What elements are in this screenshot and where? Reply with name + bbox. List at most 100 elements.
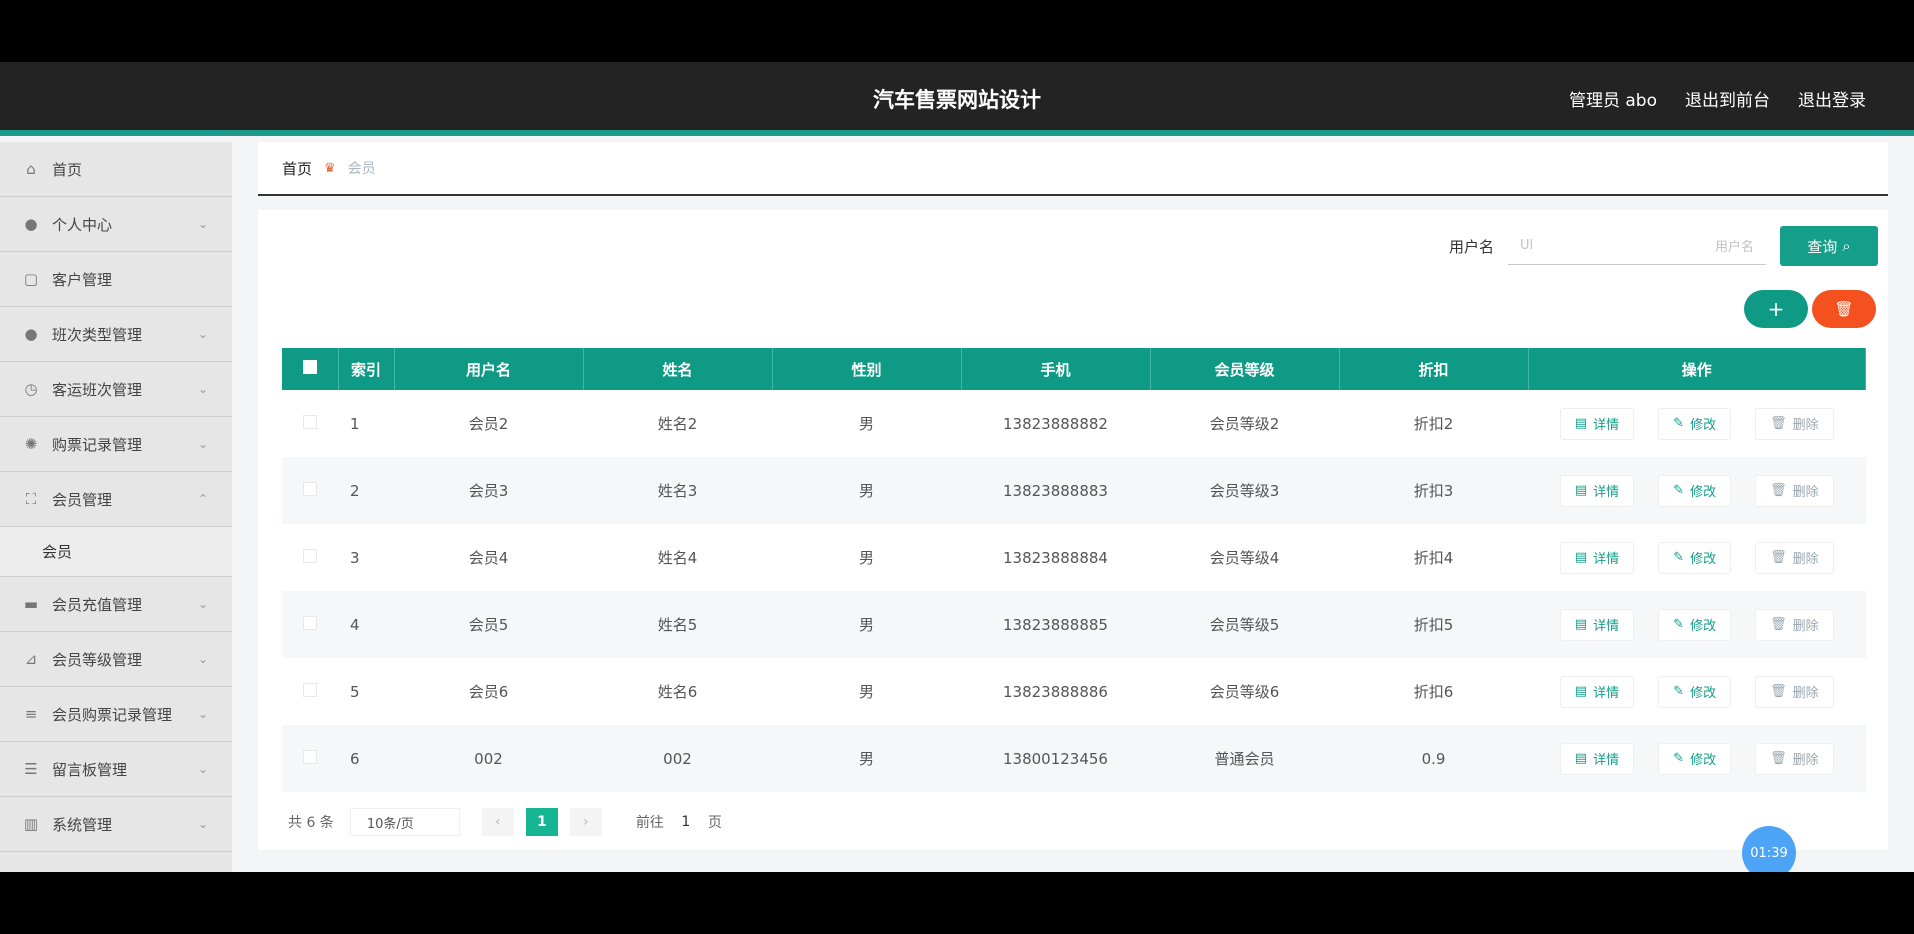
sidebar-item-home[interactable]: ⌂ 首页: [0, 142, 232, 197]
cell-username: 会员3: [394, 457, 583, 524]
cell-phone: 13823888885: [961, 591, 1150, 658]
sidebar-item-shift-types[interactable]: ● 班次类型管理 ⌄: [0, 307, 232, 362]
member-table: 索引 用户名 姓名 性别 手机 会员等级 折扣 操作 1 会员2 姓名2 男 13823…: [282, 348, 1866, 792]
pagination: 共 6 条 10条/页 ‹ 1 › 前往 1 页: [288, 808, 722, 836]
cell-name: 姓名5: [583, 591, 772, 658]
edit-button[interactable]: ✎ 修改: [1658, 541, 1732, 574]
cell-name: 姓名2: [657, 415, 698, 433]
delete-button[interactable]: 🗑 删除: [1755, 608, 1834, 641]
header-actions: 操作: [1528, 348, 1866, 390]
cell-index: 2: [338, 457, 394, 524]
detail-button[interactable]: ▤ 详情: [1559, 541, 1635, 574]
breadcrumb-current: 会员: [347, 161, 376, 177]
sidebar-subitem-member[interactable]: 会员: [0, 527, 232, 577]
row-select-cell[interactable]: [282, 390, 338, 457]
sidebar-item-system[interactable]: ▥ 系统管理 ⌄: [0, 797, 232, 852]
card-icon: ▬: [23, 595, 39, 613]
top-bar: 汽车售票网站设计 管理员 abo 退出到前台 退出登录: [0, 62, 1914, 136]
select-all-cell[interactable]: [282, 348, 339, 390]
query-button[interactable]: 查询 ⌕: [1780, 226, 1878, 266]
page-size-select[interactable]: 10条/页: [349, 808, 460, 836]
cell-level: 会员等级4: [1209, 549, 1280, 567]
cell-index: 4: [338, 591, 394, 658]
cell-actions: ▤ 详情 ✎ 修改 🗑 删除: [1528, 524, 1866, 591]
cell-name: 姓名3: [583, 457, 772, 524]
pencil-icon: ✎: [1673, 617, 1685, 632]
sidebar-item-message-board[interactable]: ☰ 留言板管理 ⌄: [0, 742, 232, 797]
table-row: 6 002 002 男 13800123456 普通会员 0.9 ▤ 详情 ✎ 修改 🗑 删除: [282, 725, 1866, 792]
row-select-cell[interactable]: [282, 725, 338, 792]
chart-icon: ⊿: [24, 650, 38, 668]
user-icon: ●: [24, 215, 38, 233]
table-row: 2 会员3 姓名3 男 13823888883 会员等级3 折扣3 ▤ 详情 ✎ 修改 🗑 删除: [282, 457, 1866, 524]
cell-discount: 折扣4: [1413, 549, 1454, 567]
delete-button[interactable]: 🗑 删除: [1755, 474, 1834, 507]
clock-icon: ◷: [24, 380, 38, 398]
chevron-down-icon: ⌄: [197, 762, 208, 776]
edit-button[interactable]: ✎ 修改: [1658, 474, 1732, 507]
cell-gender: 男: [858, 415, 874, 433]
goto-label: 前往: [635, 815, 664, 831]
sidebar-item-profile[interactable]: ● 个人中心 ⌄: [0, 197, 232, 252]
delete-button[interactable]: 🗑 删除: [1755, 407, 1834, 440]
delete-button[interactable]: 🗑 删除: [1755, 675, 1834, 708]
chevron-down-icon: ⌄: [197, 817, 208, 831]
cell-level: 普通会员: [1150, 725, 1339, 792]
next-page-button[interactable]: ›: [569, 808, 602, 836]
cell-actions: ▤ 详情 ✎ 修改 🗑 删除: [1528, 591, 1866, 658]
cell-phone: 13823888883: [961, 457, 1150, 524]
row-checkbox[interactable]: [303, 481, 317, 496]
chevron-down-icon: ⌄: [197, 327, 208, 341]
back-to-front-link[interactable]: 退出到前台: [1685, 86, 1770, 111]
prev-page-button[interactable]: ‹: [481, 808, 514, 836]
select-all-checkbox[interactable]: [302, 360, 317, 374]
detail-button[interactable]: ▤ 详情: [1559, 675, 1635, 708]
row-select-cell[interactable]: [282, 591, 338, 658]
add-button[interactable]: +: [1744, 290, 1808, 328]
detail-button[interactable]: ▤ 详情: [1559, 407, 1635, 440]
row-checkbox[interactable]: [303, 749, 317, 764]
goto-page-input[interactable]: 1: [664, 814, 708, 830]
detail-button[interactable]: ▤ 详情: [1559, 742, 1635, 775]
detail-button[interactable]: ▤ 详情: [1559, 474, 1635, 507]
table-row: 3 会员4 姓名4 男 13823888884 会员等级4 折扣4 ▤ 详情 ✎ 修改 🗑 删除: [282, 524, 1866, 591]
sidebar-item-member-tickets[interactable]: ≡ 会员购票记录管理 ⌄: [0, 687, 232, 742]
page-number-1[interactable]: 1: [525, 808, 558, 836]
sidebar-item-customers[interactable]: ▢ 客户管理: [0, 252, 232, 307]
cell-username: 会员6: [468, 683, 509, 701]
batch-delete-button[interactable]: 🗑: [1812, 290, 1876, 328]
edit-button[interactable]: ✎ 修改: [1658, 407, 1732, 440]
cell-actions: ▤ 详情 ✎ 修改 🗑 删除: [1528, 457, 1866, 524]
delete-button[interactable]: 🗑 删除: [1755, 541, 1834, 574]
edit-button[interactable]: ✎ 修改: [1658, 675, 1732, 708]
cell-index: 1: [350, 414, 360, 433]
row-checkbox[interactable]: [303, 615, 317, 630]
edit-button[interactable]: ✎ 修改: [1658, 608, 1732, 641]
cell-phone: 13823888882: [1003, 414, 1108, 433]
breadcrumb-home[interactable]: 首页: [282, 158, 312, 179]
header-username: 用户名: [394, 348, 584, 390]
row-select-cell[interactable]: [282, 658, 338, 725]
row-select-cell[interactable]: [282, 524, 338, 591]
total-count: 共 6 条: [288, 815, 334, 831]
sidebar-item-members[interactable]: ⛶ 会员管理 ⌃: [0, 472, 232, 527]
header-discount: 折扣: [1339, 348, 1529, 390]
delete-button[interactable]: 🗑 删除: [1755, 742, 1834, 775]
table-header-row: 索引 用户名 姓名 性别 手机 会员等级 折扣 操作: [282, 348, 1866, 390]
row-checkbox[interactable]: [303, 682, 317, 697]
row-select-cell[interactable]: [282, 457, 338, 524]
edit-button[interactable]: ✎ 修改: [1658, 742, 1732, 775]
detail-button[interactable]: ▤ 详情: [1559, 608, 1635, 641]
trash-icon: 🗑: [1770, 550, 1787, 565]
row-checkbox[interactable]: [303, 414, 317, 429]
sidebar-item-bus-shifts[interactable]: ◷ 客运班次管理 ⌄: [0, 362, 232, 417]
sidebar-item-ticket-records[interactable]: ✺ 购票记录管理 ⌄: [0, 417, 232, 472]
row-checkbox[interactable]: [303, 548, 317, 563]
trash-icon: 🗑: [1770, 617, 1787, 632]
list-icon: ≡: [24, 705, 38, 723]
search-input[interactable]: Ul 用户名: [1508, 227, 1766, 265]
logout-link[interactable]: 退出登录: [1798, 86, 1866, 111]
sidebar-item-member-levels[interactable]: ⊿ 会员等级管理 ⌄: [0, 632, 232, 687]
home-icon: ⌂: [26, 160, 36, 178]
sidebar-item-recharge[interactable]: ▬ 会员充值管理 ⌄: [0, 577, 232, 632]
